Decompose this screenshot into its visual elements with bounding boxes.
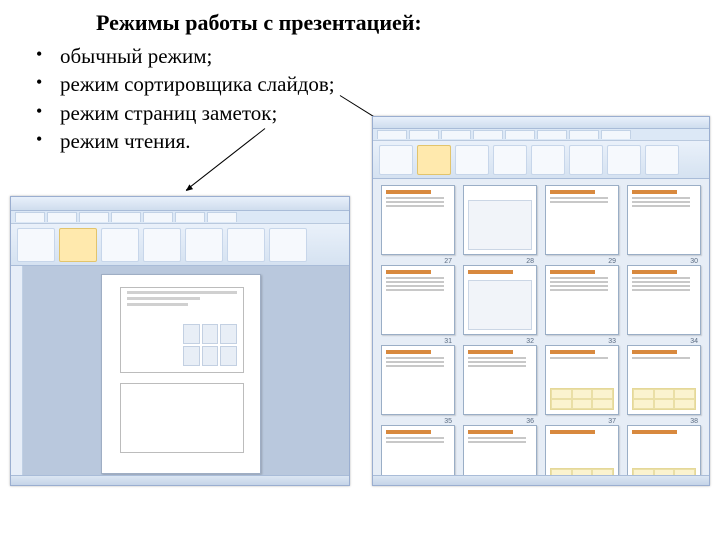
ribbon bbox=[11, 224, 349, 266]
slide-thumb: 32 bbox=[463, 265, 537, 335]
slide-thumb: 30 bbox=[627, 185, 701, 255]
slide-thumb: 27 bbox=[381, 185, 455, 255]
slide-thumb: 39 bbox=[381, 425, 455, 475]
slide-thumb: 37 bbox=[545, 345, 619, 415]
slide-thumb: 29 bbox=[545, 185, 619, 255]
slide-thumb: 42 bbox=[627, 425, 701, 475]
bullet-item: обычный режим; bbox=[32, 42, 432, 70]
slide-thumb: 35 bbox=[381, 345, 455, 415]
slide-thumb: 31 bbox=[381, 265, 455, 335]
window-titlebar bbox=[373, 117, 709, 129]
workarea bbox=[11, 266, 349, 475]
ribbon-tabs bbox=[11, 211, 349, 224]
ribbon-tabs bbox=[373, 129, 709, 141]
screenshot-sorter-view: 27 28 29 30 31 32 33 34 35 36 37 38 39 4… bbox=[372, 116, 710, 486]
slide-thumb: 41 bbox=[545, 425, 619, 475]
vertical-ruler bbox=[11, 266, 23, 475]
notes-page bbox=[101, 274, 261, 474]
slide-thumb: 33 bbox=[545, 265, 619, 335]
screenshot-notes-view bbox=[10, 196, 350, 486]
slide-thumb: 28 bbox=[463, 185, 537, 255]
slide-thumb: 40 bbox=[463, 425, 537, 475]
window-titlebar bbox=[11, 197, 349, 211]
status-bar bbox=[11, 475, 349, 485]
slide-thumb: 36 bbox=[463, 345, 537, 415]
slide-sorter-grid: 27 28 29 30 31 32 33 34 35 36 37 38 39 4… bbox=[377, 179, 705, 475]
bullet-item: режим сортировщика слайдов; bbox=[32, 70, 432, 98]
ribbon bbox=[373, 141, 709, 179]
notes-placeholder bbox=[120, 383, 244, 453]
slide-title: Режимы работы с презентацией: bbox=[96, 10, 432, 36]
slide-thumb: 34 bbox=[627, 265, 701, 335]
slide-thumb: 38 bbox=[627, 345, 701, 415]
slide-thumbnail bbox=[120, 287, 244, 373]
status-bar bbox=[373, 475, 709, 485]
